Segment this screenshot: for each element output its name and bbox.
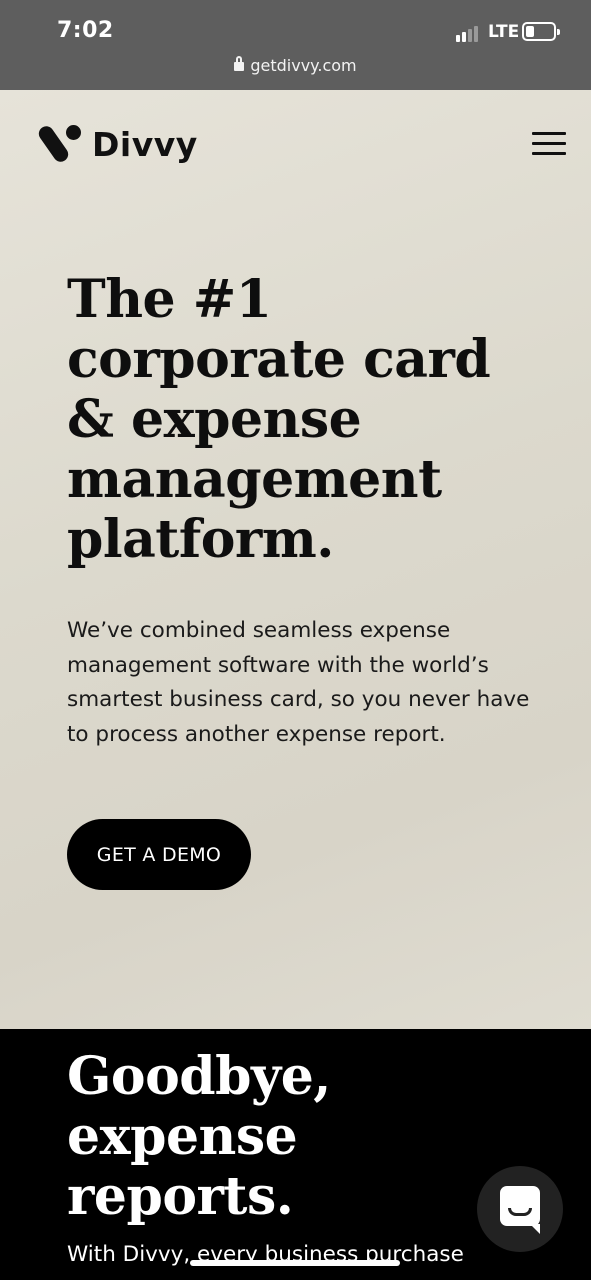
chat-icon — [500, 1186, 540, 1234]
network-type: LTE — [488, 22, 520, 42]
address-bar[interactable]: getdivvy.com — [0, 56, 591, 75]
section-body: With Divvy, every business purchase — [67, 1242, 464, 1267]
chat-launcher-button[interactable] — [477, 1166, 563, 1252]
lock-icon — [234, 56, 245, 71]
status-bar: 7:02 LTE getdivvy.com — [0, 0, 591, 90]
divvy-logo[interactable]: Divvy — [35, 122, 198, 166]
section-title-line: expense — [67, 1106, 298, 1167]
hero-subtext: We’ve combined seamless expense manageme… — [67, 618, 530, 747]
divvy-logo-mark-icon — [35, 123, 86, 165]
brand-name: Divvy — [92, 124, 198, 164]
hero-headline: The #1 corporate card & expense manageme… — [67, 270, 567, 570]
get-a-demo-button[interactable]: GET A DEMO — [67, 819, 251, 890]
headline-line: management — [67, 449, 442, 510]
hero-section: Divvy The #1 corporate card & expense ma… — [0, 90, 591, 1029]
url-text: getdivvy.com — [250, 56, 357, 75]
home-indicator[interactable] — [190, 1260, 400, 1266]
headline-line: corporate card — [67, 329, 491, 390]
battery-icon — [522, 22, 560, 41]
hamburger-menu-icon[interactable] — [532, 132, 566, 156]
section-title-line: reports. — [67, 1166, 294, 1227]
headline-line: & expense — [67, 389, 362, 450]
cellular-signal-icon — [456, 24, 482, 42]
section-title-line: Goodbye, — [67, 1046, 331, 1107]
headline-line: The #1 — [67, 269, 272, 330]
headline-line: platform. — [67, 509, 334, 570]
status-time: 7:02 — [57, 18, 114, 43]
section-title: Goodbye, expense reports. — [67, 1047, 331, 1227]
